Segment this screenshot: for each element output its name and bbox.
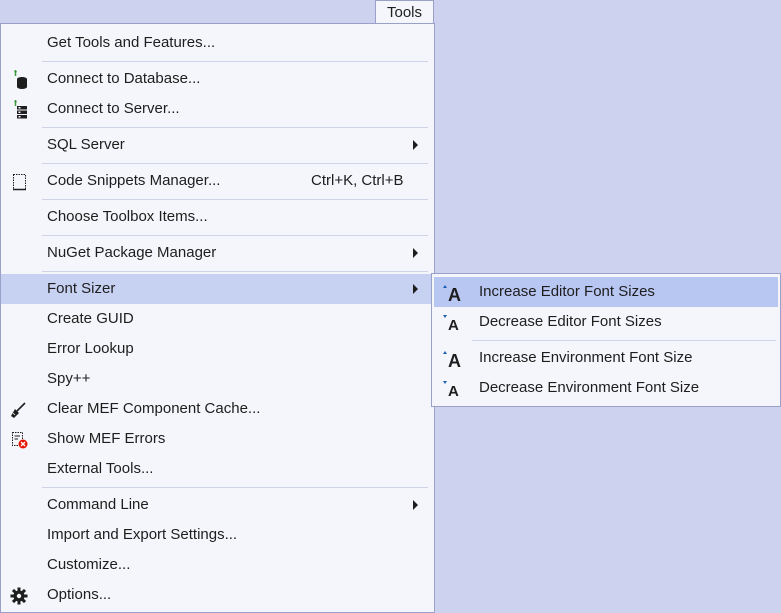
menu-item-label: Error Lookup (47, 340, 134, 357)
menu-item-clear-mef[interactable]: Clear MEF Component Cache... (1, 394, 434, 424)
snippet-icon (13, 174, 26, 191)
menu-item-label: Show MEF Errors (47, 430, 166, 447)
submenu-arrow-icon (413, 500, 418, 510)
menu-item-label: NuGet Package Manager (47, 244, 217, 261)
clear-cache-icon (11, 402, 26, 418)
menu-separator (42, 127, 428, 128)
menu-item-label: Code Snippets Manager... (47, 172, 221, 189)
menu-separator (42, 61, 428, 62)
menu-separator (42, 271, 428, 272)
menu-item-connect-database[interactable]: Connect to Database... (1, 64, 434, 94)
svg-text:A: A (448, 285, 461, 303)
menu-item-label: Connect to Server... (47, 100, 180, 117)
menu-item-spy[interactable]: Spy++ (1, 364, 434, 394)
menu-item-label: Options... (47, 586, 112, 603)
menu-item-connect-server[interactable]: Connect to Server... (1, 94, 434, 124)
menu-item-import-export[interactable]: Import and Export Settings... (1, 520, 434, 550)
menu-item-command-line[interactable]: Command Line (1, 490, 434, 520)
decrease-font-icon: A (443, 381, 459, 399)
menu-item-label: Connect to Database... (47, 70, 201, 87)
menu-item-customize[interactable]: Customize... (1, 550, 434, 580)
menu-item-label: Get Tools and Features... (47, 34, 216, 51)
increase-font-icon: A (443, 351, 461, 369)
shortcut-text: Ctrl+K, Ctrl+B (311, 172, 404, 189)
menu-separator (42, 235, 428, 236)
menu-item-error-lookup[interactable]: Error Lookup (1, 334, 434, 364)
tools-menu-tab[interactable]: Tools (375, 0, 434, 24)
menu-item-label: Font Sizer (47, 280, 116, 297)
font-sizer-submenu: A Increase Editor Font Sizes A Decrease … (431, 273, 781, 407)
decrease-font-icon: A (443, 315, 459, 333)
menu-item-show-mef-errors[interactable]: Show MEF Errors (1, 424, 434, 454)
menu-item-external-tools[interactable]: External Tools... (1, 454, 434, 484)
submenu-item-increase-environment-font[interactable]: A Increase Environment Font Size (434, 343, 778, 373)
svg-text:A: A (448, 383, 459, 399)
menu-item-sql-server[interactable]: SQL Server (1, 130, 434, 160)
submenu-item-label: Decrease Environment Font Size (479, 379, 700, 396)
options-gear-icon (10, 587, 28, 605)
menu-item-label: Import and Export Settings... (47, 526, 238, 543)
database-icon (14, 70, 27, 89)
menu-item-label: SQL Server (47, 136, 125, 153)
submenu-item-increase-editor-font[interactable]: A Increase Editor Font Sizes (434, 277, 778, 307)
menu-item-get-tools[interactable]: Get Tools and Features... (1, 28, 434, 58)
submenu-item-label: Increase Environment Font Size (479, 349, 693, 366)
submenu-item-decrease-environment-font[interactable]: A Decrease Environment Font Size (434, 373, 778, 403)
menu-item-create-guid[interactable]: Create GUID (1, 304, 434, 334)
menu-separator (42, 163, 428, 164)
submenu-item-decrease-editor-font[interactable]: A Decrease Editor Font Sizes (434, 307, 778, 337)
submenu-separator (472, 340, 776, 341)
menu-separator (42, 199, 428, 200)
submenu-item-label: Increase Editor Font Sizes (479, 283, 655, 300)
submenu-arrow-icon (413, 284, 418, 294)
menu-item-label: Create GUID (47, 310, 134, 327)
menu-item-choose-toolbox[interactable]: Choose Toolbox Items... (1, 202, 434, 232)
svg-text:A: A (448, 317, 459, 333)
menu-item-label: Choose Toolbox Items... (47, 208, 208, 225)
submenu-arrow-icon (413, 140, 418, 150)
menu-item-label: Spy++ (47, 370, 91, 387)
menu-item-label: External Tools... (47, 460, 154, 477)
menu-item-label: Command Line (47, 496, 149, 513)
menu-item-label: Customize... (47, 556, 131, 573)
menu-item-nuget[interactable]: NuGet Package Manager (1, 238, 434, 268)
submenu-arrow-icon (413, 248, 418, 258)
menu-item-label: Clear MEF Component Cache... (47, 400, 261, 417)
tools-dropdown-menu: Get Tools and Features... Connect to Dat… (0, 23, 435, 613)
menu-item-code-snippets[interactable]: Code Snippets Manager... Ctrl+K, Ctrl+B (1, 166, 434, 196)
svg-text:A: A (448, 351, 461, 369)
increase-font-icon: A (443, 285, 461, 303)
menu-separator (42, 487, 428, 488)
submenu-item-label: Decrease Editor Font Sizes (479, 313, 662, 330)
mef-errors-icon (12, 432, 28, 449)
menu-item-font-sizer[interactable]: Font Sizer (1, 274, 434, 304)
server-icon (14, 100, 27, 119)
menu-item-options[interactable]: Options... (1, 580, 434, 610)
